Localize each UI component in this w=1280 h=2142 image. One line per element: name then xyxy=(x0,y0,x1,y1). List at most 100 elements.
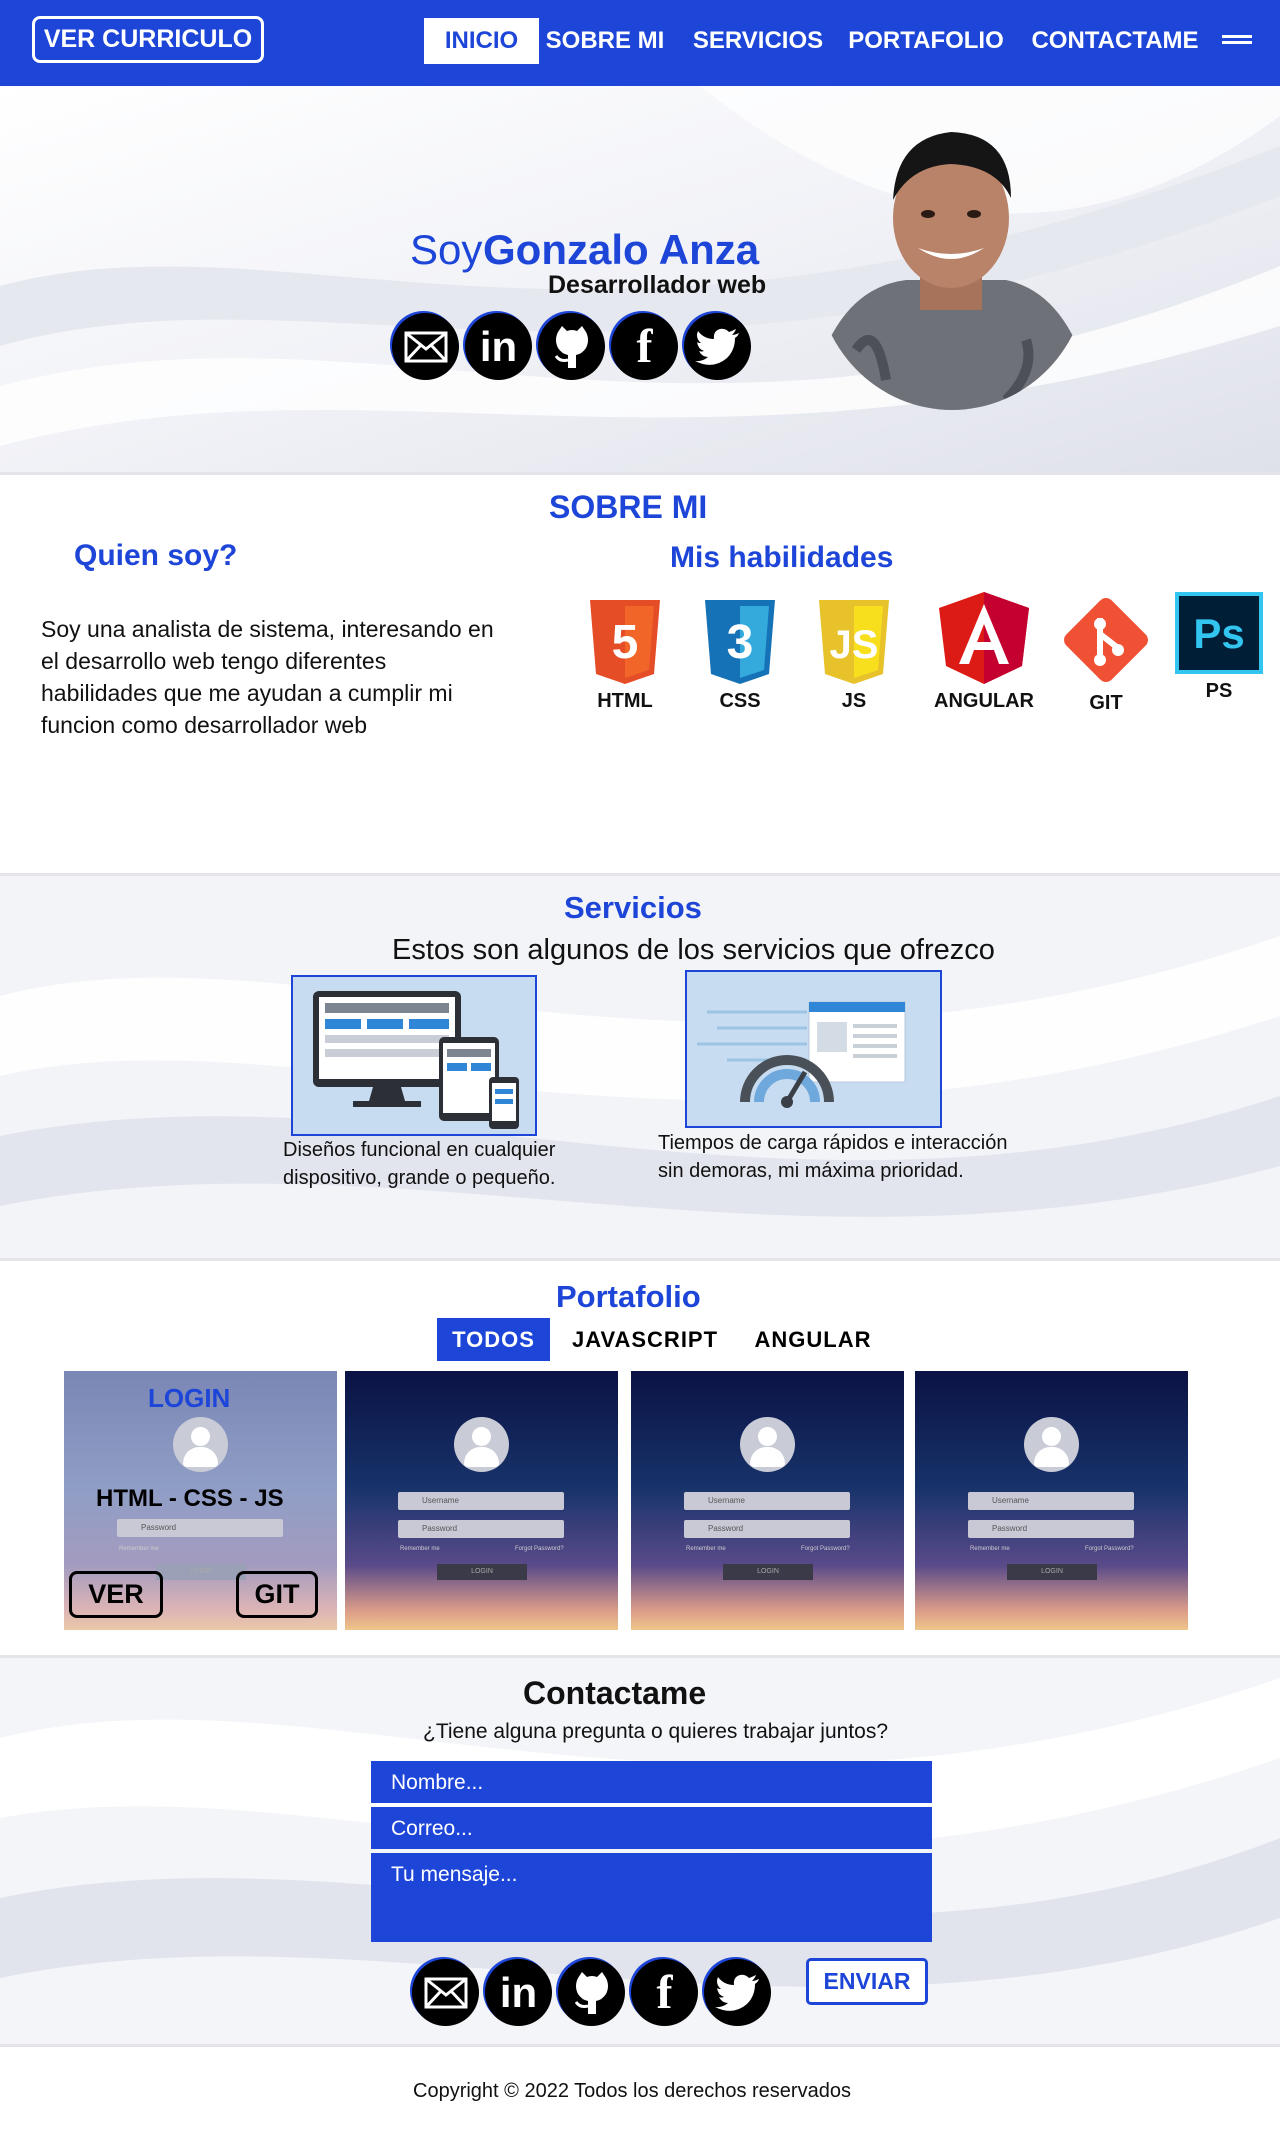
nav-item-servicios[interactable]: SERVICIOS xyxy=(688,18,828,64)
hero-prefix: Soy xyxy=(410,226,483,273)
twitter-icon[interactable] xyxy=(704,1959,771,2026)
git-project-button[interactable]: GIT xyxy=(236,1571,318,1618)
page: VER CURRICULO INICIO SOBRE MI SERVICIOS … xyxy=(0,0,1280,2142)
service-caption-responsive: Diseños funcional en cualquier dispositi… xyxy=(283,1139,556,1189)
view-cv-button[interactable]: VER CURRICULO xyxy=(32,16,264,63)
skill-photoshop: Ps PS xyxy=(1174,592,1264,703)
responsive-devices-icon xyxy=(313,991,519,1129)
html5-icon: 5 xyxy=(590,600,660,684)
user-avatar-icon xyxy=(740,1417,795,1472)
username-field: Username xyxy=(398,1492,564,1510)
svg-text:5: 5 xyxy=(612,616,639,669)
facebook-icon[interactable]: f xyxy=(631,1959,698,2026)
username-field: Username xyxy=(968,1492,1134,1510)
speed-gauge-icon xyxy=(697,1001,906,1108)
twitter-icon[interactable] xyxy=(684,313,751,380)
skill-git: GIT xyxy=(1060,594,1152,715)
remember-me: Remember me xyxy=(686,1546,726,1552)
password-field: Password xyxy=(968,1520,1134,1538)
project-card-login[interactable]: Username Password Remember me Forgot Pas… xyxy=(631,1371,904,1630)
tab-javascript[interactable]: JAVASCRIPT xyxy=(560,1318,730,1361)
skill-label: JS xyxy=(841,690,867,712)
login-button: LOGIN xyxy=(723,1564,813,1580)
user-avatar-icon xyxy=(1024,1417,1079,1472)
forgot-password: Forgot Password? xyxy=(515,1546,564,1552)
skill-label: ANGULAR xyxy=(934,690,1034,712)
footer-copyright: Copyright © 2022 Todos los derechos rese… xyxy=(413,2080,851,2102)
remember-me: Remember me xyxy=(119,1546,159,1552)
remember-me: Remember me xyxy=(970,1546,1010,1552)
about-title: SOBRE MI xyxy=(549,489,708,525)
mail-icon[interactable] xyxy=(412,1959,479,2026)
login-button: LOGIN xyxy=(156,1564,246,1580)
who-am-i-title: Quien soy? xyxy=(74,539,238,572)
github-icon[interactable] xyxy=(558,1959,625,2026)
service-caption-speed: Tiempos de carga rápidos e interacción s… xyxy=(658,1132,1008,1182)
service-card-responsive xyxy=(291,975,537,1136)
login-button: LOGIN xyxy=(1007,1564,1097,1580)
forgot-password: Forgot Password? xyxy=(1085,1546,1134,1552)
git-icon xyxy=(1064,598,1148,682)
portfolio-title: Portafolio xyxy=(556,1279,701,1314)
skill-angular: ANGULAR xyxy=(924,592,1044,713)
skill-css: 3 CSS xyxy=(700,600,780,713)
email-field[interactable]: Correo... xyxy=(371,1807,932,1849)
skill-js: JS JS xyxy=(814,600,894,713)
remember-me: Remember me xyxy=(400,1546,440,1552)
js-icon: JS xyxy=(819,600,889,684)
mail-icon[interactable] xyxy=(392,313,459,380)
view-project-button[interactable]: VER xyxy=(69,1571,163,1618)
nav-item-portafolio[interactable]: PORTAFOLIO xyxy=(846,18,1006,64)
about-description: Soy una analista de sistema, interesando… xyxy=(41,616,494,738)
github-icon[interactable] xyxy=(538,313,605,380)
svg-text:3: 3 xyxy=(727,616,754,669)
skills-title: Mis habilidades xyxy=(670,541,894,574)
contact-subtitle: ¿Tiene alguna pregunta o quieres trabaja… xyxy=(423,1720,889,1743)
facebook-icon[interactable]: f xyxy=(611,313,678,380)
hero-social-links: in f xyxy=(392,313,751,380)
css3-icon: 3 xyxy=(705,600,775,684)
message-field[interactable]: Tu mensaje... xyxy=(371,1853,932,1942)
svg-text:JS: JS xyxy=(830,623,879,667)
project-card-login-hover[interactable]: LOGIN Password HTML - CSS - JS Remember … xyxy=(64,1371,337,1630)
password-field: Password xyxy=(117,1519,283,1537)
contact-social-links: in f xyxy=(412,1959,771,2026)
skill-html: 5 HTML xyxy=(584,600,666,713)
hamburger-icon[interactable] xyxy=(1222,35,1252,49)
project-tech: HTML - CSS - JS xyxy=(96,1485,284,1512)
contact-title: Contactame xyxy=(523,1675,707,1711)
name-field[interactable]: Nombre... xyxy=(371,1761,932,1803)
services-title: Servicios xyxy=(564,890,702,925)
skill-label: PS xyxy=(1205,680,1233,702)
svg-text:Ps: Ps xyxy=(1193,610,1244,657)
service-card-speed xyxy=(685,970,942,1128)
project-card-login[interactable]: Username Password Remember me Forgot Pas… xyxy=(345,1371,618,1630)
forgot-password: Forgot Password? xyxy=(801,1546,850,1552)
send-button[interactable]: ENVIAR xyxy=(806,1958,928,2005)
hero-name: Gonzalo Anza xyxy=(483,226,760,273)
skill-label: HTML xyxy=(597,690,653,712)
project-card-login[interactable]: Username Password Remember me Forgot Pas… xyxy=(915,1371,1188,1630)
angular-icon xyxy=(939,592,1029,684)
login-button: LOGIN xyxy=(437,1564,527,1580)
nav-item-contactame[interactable]: CONTACTAME xyxy=(1028,18,1202,64)
user-avatar-icon xyxy=(454,1417,509,1472)
password-field: Password xyxy=(398,1520,564,1538)
nav-item-inicio[interactable]: INICIO xyxy=(424,18,539,64)
tab-angular[interactable]: ANGULAR xyxy=(744,1318,882,1361)
top-navbar: VER CURRICULO INICIO SOBRE MI SERVICIOS … xyxy=(0,0,1280,86)
skill-label: CSS xyxy=(719,690,761,712)
username-field: Username xyxy=(684,1492,850,1510)
divider xyxy=(0,2044,1280,2047)
tab-todos[interactable]: TODOS xyxy=(437,1318,550,1361)
linkedin-icon[interactable]: in xyxy=(485,1959,552,2026)
skill-label: GIT xyxy=(1089,692,1123,714)
nav-item-sobre-mi[interactable]: SOBRE MI xyxy=(545,18,665,64)
hero-role: Desarrollador web xyxy=(548,271,767,299)
profile-photo xyxy=(816,132,1088,410)
linkedin-icon[interactable]: in xyxy=(465,313,532,380)
user-avatar-icon xyxy=(173,1417,228,1472)
photoshop-icon: Ps xyxy=(1175,592,1263,674)
password-field: Password xyxy=(684,1520,850,1538)
project-title: LOGIN xyxy=(148,1383,231,1413)
